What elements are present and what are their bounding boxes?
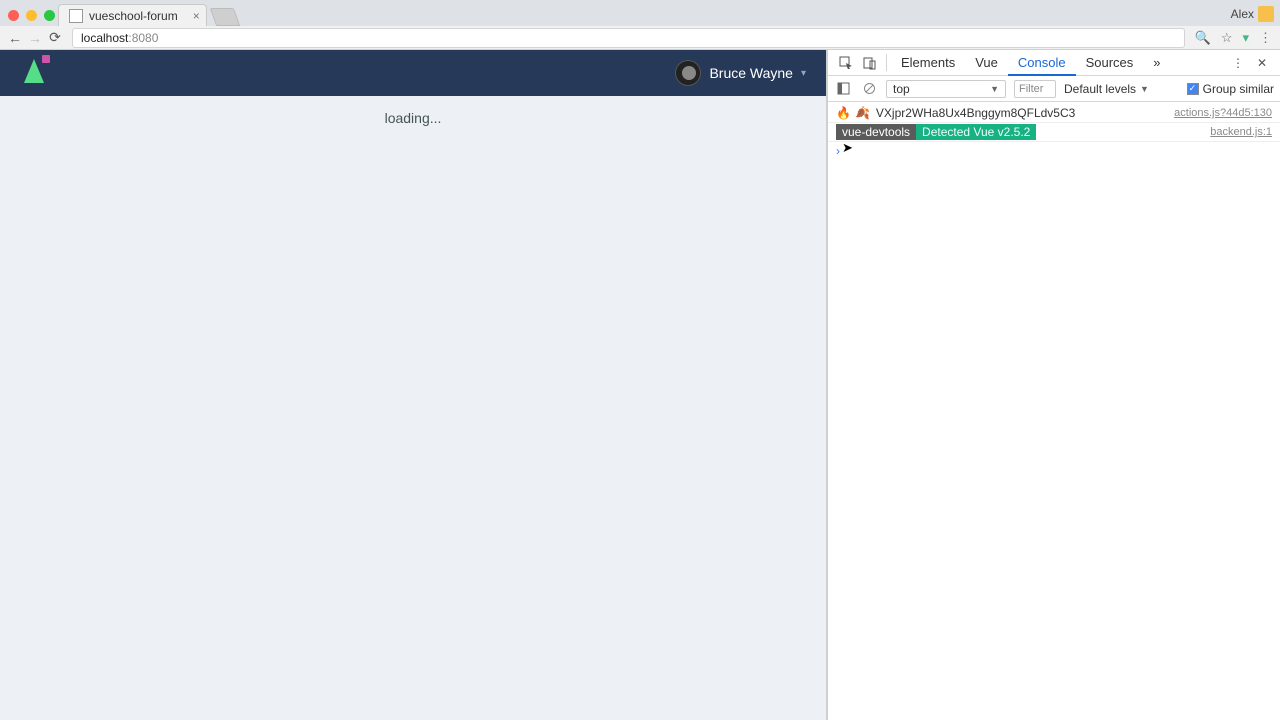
- tab-elements[interactable]: Elements: [891, 50, 965, 75]
- forward-button[interactable]: →: [28, 31, 42, 45]
- window-controls: [8, 10, 55, 21]
- vue-extension-icon[interactable]: ▾: [1242, 30, 1249, 46]
- maximize-window-button[interactable]: [44, 10, 55, 21]
- tab-title: vueschool-forum: [89, 9, 178, 23]
- log-source-link[interactable]: backend.js:1: [1210, 126, 1272, 138]
- log-message: VXjpr2WHa8Ux4Bnggym8QFLdv5C3: [876, 106, 1174, 120]
- tab-console[interactable]: Console: [1008, 50, 1076, 76]
- console-toolbar: top ▼ Filter Default levels ▼ Group simi…: [828, 76, 1280, 102]
- devtools-badge: vue-devtools: [836, 124, 916, 140]
- user-name: Bruce Wayne: [709, 65, 793, 81]
- user-menu[interactable]: Bruce Wayne ▾: [675, 60, 806, 86]
- context-value: top: [893, 82, 910, 96]
- browser-chrome: vueschool-forum × Alex ← → ⟳ localhost:8…: [0, 0, 1280, 50]
- devtools-menu-icon[interactable]: ⋮: [1226, 50, 1250, 75]
- leaf-icon: 🍂: [855, 106, 870, 120]
- address-port: :8080: [128, 31, 158, 45]
- prompt-caret-icon: ›: [836, 144, 840, 158]
- vue-detected-badge: Detected Vue v2.5.2: [916, 124, 1036, 140]
- app-header: Bruce Wayne ▾: [0, 50, 826, 96]
- log-levels-select[interactable]: Default levels ▼: [1064, 82, 1149, 96]
- checkbox-icon: [1187, 83, 1199, 95]
- toggle-sidebar-icon[interactable]: [834, 82, 852, 95]
- page-viewport: Bruce Wayne ▾ loading...: [0, 50, 826, 720]
- search-icon[interactable]: 🔍: [1195, 30, 1211, 46]
- close-tab-icon[interactable]: ×: [193, 9, 200, 23]
- profile-name: Alex: [1231, 7, 1254, 21]
- favicon-icon: [69, 9, 83, 23]
- devtools-tabbar: Elements Vue Console Sources » ⋮ ✕: [828, 50, 1280, 76]
- chevron-down-icon: ▼: [1140, 84, 1149, 94]
- minimize-window-button[interactable]: [26, 10, 37, 21]
- address-host: localhost: [81, 31, 128, 45]
- group-similar-toggle[interactable]: Group similar: [1187, 82, 1274, 96]
- profile-avatar-icon: [1258, 6, 1274, 22]
- device-toolbar-icon[interactable]: [858, 50, 882, 75]
- devtools-close-icon[interactable]: ✕: [1250, 50, 1274, 75]
- user-avatar-icon: [675, 60, 701, 86]
- browser-tab[interactable]: vueschool-forum ×: [58, 4, 207, 26]
- filter-input[interactable]: Filter: [1014, 80, 1056, 98]
- browser-profile[interactable]: Alex: [1231, 6, 1274, 22]
- browser-toolbar: ← → ⟳ localhost:8080 🔍 ☆ ▾ ⋮: [0, 26, 1280, 50]
- clear-console-icon[interactable]: [860, 82, 878, 95]
- console-prompt[interactable]: › ➤: [828, 142, 1280, 160]
- devtools-panel: Elements Vue Console Sources » ⋮ ✕ top ▼…: [826, 50, 1280, 720]
- log-source-link[interactable]: actions.js?44d5:130: [1174, 107, 1272, 119]
- context-select[interactable]: top ▼: [886, 80, 1006, 98]
- reload-button[interactable]: ⟳: [48, 31, 62, 45]
- console-output: 🔥 🍂 VXjpr2WHa8Ux4Bnggym8QFLdv5C3 actions…: [828, 102, 1280, 720]
- app-logo-icon[interactable]: [20, 57, 48, 89]
- loading-message: loading...: [0, 110, 826, 126]
- chevron-down-icon: ▼: [990, 84, 999, 94]
- inspect-element-icon[interactable]: [834, 50, 858, 75]
- chevron-down-icon: ▾: [801, 68, 806, 79]
- console-log-row[interactable]: 🔥 🍂 VXjpr2WHa8Ux4Bnggym8QFLdv5C3 actions…: [828, 104, 1280, 123]
- back-button[interactable]: ←: [8, 31, 22, 45]
- console-log-row[interactable]: vue-devtoolsDetected Vue v2.5.2 backend.…: [828, 123, 1280, 142]
- close-window-button[interactable]: [8, 10, 19, 21]
- menu-icon[interactable]: ⋮: [1259, 30, 1272, 46]
- bookmark-icon[interactable]: ☆: [1221, 30, 1233, 46]
- tab-vue[interactable]: Vue: [965, 50, 1008, 75]
- tab-sources[interactable]: Sources: [1076, 50, 1144, 75]
- new-tab-button[interactable]: [209, 8, 240, 26]
- tab-overflow[interactable]: »: [1143, 50, 1170, 75]
- fire-icon: 🔥: [836, 106, 851, 120]
- address-bar[interactable]: localhost:8080: [72, 28, 1185, 48]
